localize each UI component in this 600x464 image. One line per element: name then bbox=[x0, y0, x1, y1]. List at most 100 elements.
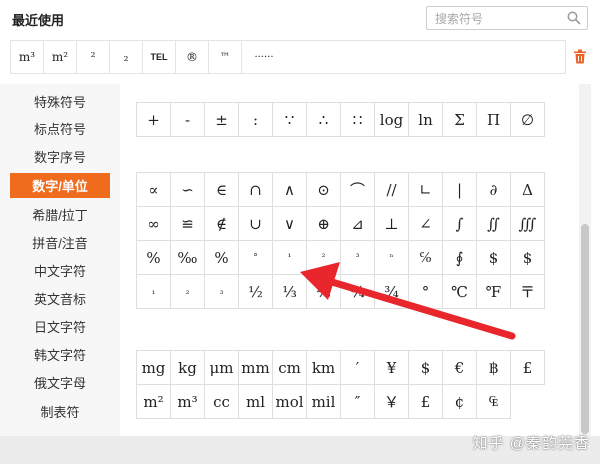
symbol-cell[interactable]: ∩ bbox=[239, 173, 273, 207]
recent-symbol[interactable]: ₂ bbox=[110, 41, 143, 73]
sidebar-item[interactable]: 日文字符 bbox=[10, 314, 110, 339]
symbol-cell[interactable]: ⅓ bbox=[273, 275, 307, 309]
symbol-cell[interactable]: mol bbox=[273, 385, 307, 419]
symbol-cell[interactable]: : bbox=[239, 103, 273, 137]
recent-symbol[interactable]: m² bbox=[44, 41, 77, 73]
recent-symbol[interactable]: m³ bbox=[11, 41, 44, 73]
symbol-cell[interactable]: ¼ bbox=[341, 275, 375, 309]
symbol-cell[interactable]: ∂ bbox=[477, 173, 511, 207]
sidebar-item[interactable]: 拼音/注音 bbox=[10, 230, 110, 255]
symbol-cell[interactable]: ⊥ bbox=[375, 207, 409, 241]
symbol-cell[interactable]: log bbox=[375, 103, 409, 137]
scrollbar-thumb[interactable] bbox=[581, 224, 589, 434]
symbol-cell[interactable]: cc bbox=[205, 385, 239, 419]
symbol-cell[interactable]: ￥ bbox=[375, 385, 409, 419]
symbol-cell[interactable]: mm bbox=[239, 351, 273, 385]
recent-symbol[interactable]: ······ bbox=[242, 41, 286, 73]
symbol-cell[interactable]: ∭ bbox=[511, 207, 545, 241]
symbol-cell[interactable]: mil bbox=[307, 385, 341, 419]
symbol-cell[interactable]: $ bbox=[477, 241, 511, 275]
sidebar-item[interactable]: 韩文字符 bbox=[10, 342, 110, 367]
symbol-cell[interactable]: $ bbox=[409, 351, 443, 385]
symbol-cell[interactable]: ∪ bbox=[239, 207, 273, 241]
symbol-cell[interactable]: μm bbox=[205, 351, 239, 385]
symbol-cell[interactable]: ∫ bbox=[443, 207, 477, 241]
symbol-cell[interactable]: ± bbox=[205, 103, 239, 137]
symbol-cell[interactable]: ‰ bbox=[171, 241, 205, 275]
symbol-cell[interactable]: € bbox=[443, 351, 477, 385]
symbol-cell[interactable]: Δ bbox=[511, 173, 545, 207]
symbol-cell[interactable]: ¢ bbox=[443, 385, 477, 419]
symbol-cell[interactable]: ∽ bbox=[171, 173, 205, 207]
symbol-cell[interactable]: ⊙ bbox=[307, 173, 341, 207]
symbol-cell[interactable]: ∅ bbox=[511, 103, 545, 137]
symbol-cell[interactable]: ⌒ bbox=[341, 173, 375, 207]
symbol-cell[interactable]: ∵ bbox=[273, 103, 307, 137]
symbol-cell[interactable]: ∟ bbox=[409, 173, 443, 207]
symbol-cell[interactable]: // bbox=[375, 173, 409, 207]
symbol-cell[interactable]: ∞ bbox=[137, 207, 171, 241]
symbol-cell[interactable]: £ bbox=[511, 351, 545, 385]
symbol-cell[interactable]: + bbox=[137, 103, 171, 137]
sidebar-item[interactable]: 特殊符号 bbox=[10, 89, 110, 114]
symbol-cell[interactable]: | bbox=[443, 173, 477, 207]
sidebar-item[interactable]: 中文字符 bbox=[10, 258, 110, 283]
symbol-cell[interactable]: ml bbox=[239, 385, 273, 419]
symbol-cell[interactable]: ⁿ bbox=[375, 241, 409, 275]
symbol-cell[interactable]: ° bbox=[409, 275, 443, 309]
symbol-cell[interactable]: ∮ bbox=[443, 241, 477, 275]
sidebar-item-active[interactable]: 数字/单位 bbox=[10, 173, 110, 198]
symbol-cell[interactable]: ₠ bbox=[477, 385, 511, 419]
symbol-cell[interactable]: ∬ bbox=[477, 207, 511, 241]
symbol-cell[interactable]: m² bbox=[137, 385, 171, 419]
scrollbar[interactable] bbox=[579, 84, 591, 436]
symbol-cell[interactable]: m³ bbox=[171, 385, 205, 419]
symbol-cell[interactable]: ∴ bbox=[307, 103, 341, 137]
symbol-cell[interactable]: kg bbox=[171, 351, 205, 385]
symbol-cell[interactable]: Σ bbox=[443, 103, 477, 137]
sidebar-item[interactable]: 制表符 bbox=[10, 399, 110, 424]
symbol-cell[interactable]: % bbox=[137, 241, 171, 275]
symbol-cell[interactable]: ∝ bbox=[137, 173, 171, 207]
symbol-cell[interactable]: ∈ bbox=[205, 173, 239, 207]
symbol-cell[interactable]: - bbox=[171, 103, 205, 137]
symbol-cell[interactable]: ² bbox=[307, 241, 341, 275]
symbol-cell[interactable]: cm bbox=[273, 351, 307, 385]
symbol-cell[interactable]: £ bbox=[409, 385, 443, 419]
symbol-cell[interactable]: ′ bbox=[341, 351, 375, 385]
sidebar-item[interactable]: 数字序号 bbox=[10, 144, 110, 169]
sidebar-item[interactable]: 标点符号 bbox=[10, 116, 110, 141]
symbol-cell[interactable]: ⅔ bbox=[307, 275, 341, 309]
sidebar-item[interactable]: 英文音标 bbox=[10, 286, 110, 311]
symbol-cell[interactable]: km bbox=[307, 351, 341, 385]
trash-icon[interactable] bbox=[573, 49, 587, 64]
symbol-cell[interactable]: ∧ bbox=[273, 173, 307, 207]
symbol-cell[interactable]: ℃ bbox=[443, 275, 477, 309]
symbol-cell[interactable]: ln bbox=[409, 103, 443, 137]
recent-symbol[interactable]: ² bbox=[77, 41, 110, 73]
symbol-cell[interactable]: Π bbox=[477, 103, 511, 137]
search-icon[interactable] bbox=[567, 11, 581, 25]
symbol-cell[interactable]: ₃ bbox=[205, 275, 239, 309]
search-box[interactable] bbox=[426, 6, 588, 30]
symbol-cell[interactable]: mg bbox=[137, 351, 171, 385]
symbol-cell[interactable]: ₁ bbox=[137, 275, 171, 309]
recent-symbol[interactable]: TEL bbox=[143, 41, 176, 73]
symbol-cell[interactable]: ¥ bbox=[375, 351, 409, 385]
symbol-cell[interactable]: ⊿ bbox=[341, 207, 375, 241]
search-input[interactable] bbox=[433, 10, 565, 28]
sidebar-item[interactable]: 希腊/拉丁 bbox=[10, 202, 110, 227]
recent-symbol[interactable]: ® bbox=[176, 41, 209, 73]
symbol-cell[interactable]: ₂ bbox=[171, 275, 205, 309]
symbol-cell[interactable]: ≌ bbox=[171, 207, 205, 241]
symbol-cell[interactable]: ¹ bbox=[273, 241, 307, 275]
symbol-cell[interactable]: ¾ bbox=[375, 275, 409, 309]
symbol-cell[interactable]: ½ bbox=[239, 275, 273, 309]
symbol-cell[interactable]: $ bbox=[511, 241, 545, 275]
symbol-cell[interactable]: ° bbox=[239, 241, 273, 275]
recent-symbol[interactable]: ™ bbox=[209, 41, 242, 73]
symbol-cell[interactable]: % bbox=[205, 241, 239, 275]
symbol-cell[interactable]: ∷ bbox=[341, 103, 375, 137]
symbol-cell[interactable]: ∨ bbox=[273, 207, 307, 241]
sidebar-item[interactable]: 俄文字母 bbox=[10, 370, 110, 395]
